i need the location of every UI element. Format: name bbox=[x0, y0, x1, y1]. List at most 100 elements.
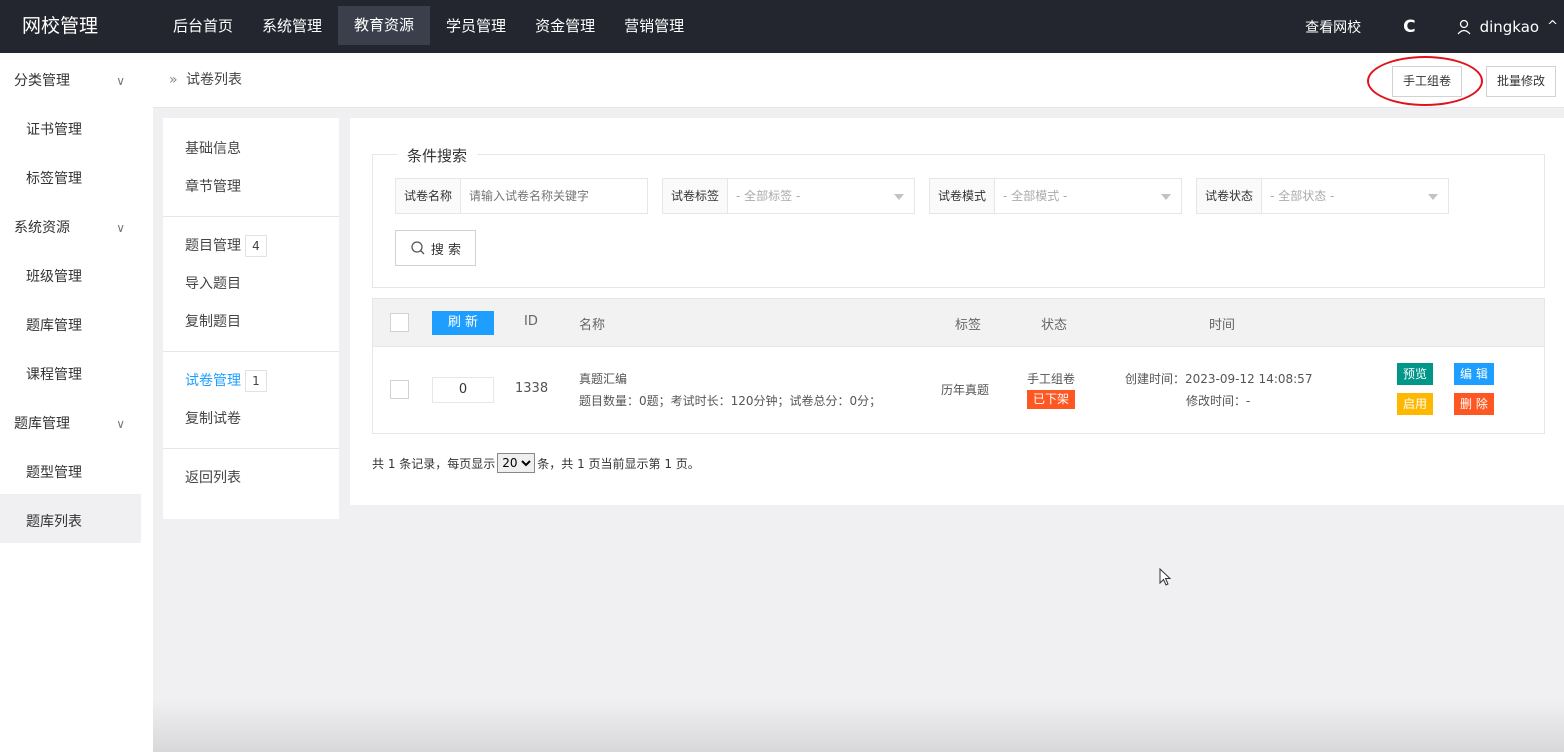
sidebar-item-tags[interactable]: 标签管理 bbox=[0, 151, 153, 200]
page-size-select[interactable]: 20 bbox=[497, 453, 536, 473]
main-panel: 条件搜索 试卷名称 试卷标签 - 全部标签 - 试卷模式 - 全部模式 - 试卷… bbox=[350, 118, 1564, 505]
menu-import-questions[interactable]: 导入题目 bbox=[163, 265, 339, 303]
edit-button[interactable]: 编 辑 bbox=[1454, 363, 1494, 385]
pager-suffix: 条，共 1 页当前显示第 1 页。 bbox=[537, 456, 700, 471]
status-select[interactable]: - 全部状态 - bbox=[1262, 179, 1448, 213]
caret-up-icon: ^ bbox=[1547, 19, 1558, 34]
col-status: 状态 bbox=[1041, 318, 1068, 333]
menu-basic-info[interactable]: 基础信息 bbox=[163, 130, 339, 168]
name-search-input[interactable] bbox=[461, 179, 648, 213]
topnav-education[interactable]: 教育资源 bbox=[338, 6, 431, 45]
sidebar-group-resources[interactable]: 系统资源 ∨ bbox=[0, 200, 153, 249]
tag-select[interactable]: - 全部标签 - bbox=[728, 179, 914, 213]
bottom-shade bbox=[153, 700, 1564, 752]
top-nav: 后台首页 系统管理 教育资源 学员管理 资金管理 营销管理 bbox=[160, 0, 700, 53]
mode-filter: 试卷模式 - 全部模式 - bbox=[929, 178, 1183, 214]
menu-copy-papers[interactable]: 复制试卷 bbox=[163, 400, 339, 438]
chevron-down-icon: ∨ bbox=[116, 417, 125, 431]
col-time: 时间 bbox=[1209, 318, 1236, 333]
divider bbox=[163, 216, 339, 217]
table-header: 刷 新 ID 名称 标签 状态 时间 bbox=[373, 299, 1544, 346]
dropdown-triangle-icon bbox=[1428, 194, 1439, 200]
refresh-button[interactable]: 刷 新 bbox=[432, 311, 494, 335]
topnav-system[interactable]: 系统管理 bbox=[249, 0, 335, 53]
row-modified: 修改时间：- bbox=[1186, 394, 1251, 408]
col-id: ID bbox=[524, 314, 538, 329]
tag-filter-label: 试卷标签 bbox=[663, 179, 729, 213]
col-name: 名称 bbox=[579, 318, 606, 333]
row-id: 1338 bbox=[515, 381, 549, 396]
sidebar-item-courses[interactable]: 课程管理 bbox=[0, 347, 153, 396]
divider bbox=[163, 448, 339, 449]
pager-prefix: 共 1 条记录，每页显示 bbox=[372, 456, 496, 471]
sidebar-item-question-types[interactable]: 题型管理 bbox=[0, 445, 153, 494]
menu-label: 章节管理 bbox=[185, 179, 241, 195]
status-badge: 已下架 bbox=[1027, 390, 1076, 409]
search-legend: 条件搜索 bbox=[397, 145, 478, 166]
mode-select[interactable]: - 全部模式 - bbox=[995, 179, 1181, 213]
filter-row: 试卷名称 试卷标签 - 全部标签 - 试卷模式 - 全部模式 - 试卷状态 - … bbox=[395, 178, 1463, 214]
menu-questions[interactable]: 题目管理 4 bbox=[163, 227, 339, 265]
search-button-label: 搜 索 bbox=[430, 242, 462, 258]
menu-label: 返回列表 bbox=[185, 470, 241, 486]
name-filter: 试卷名称 bbox=[395, 178, 649, 214]
double-chevron-icon: » bbox=[169, 72, 178, 88]
topnav-home[interactable]: 后台首页 bbox=[160, 0, 246, 53]
status-filter-label: 试卷状态 bbox=[1197, 179, 1263, 213]
menu-label: 复制题目 bbox=[185, 314, 241, 330]
row-created: 创建时间：2023-09-12 14:08:57 bbox=[1125, 372, 1313, 386]
user-menu[interactable]: dingkao ^ bbox=[1436, 18, 1564, 36]
name-filter-label: 试卷名称 bbox=[396, 179, 462, 213]
search-fieldset: 条件搜索 试卷名称 试卷标签 - 全部标签 - 试卷模式 - 全部模式 - 试卷… bbox=[372, 145, 1545, 288]
sidebar-group-label: 系统资源 bbox=[14, 220, 70, 236]
breadcrumb-bar: » 试卷列表 bbox=[153, 53, 1564, 108]
mouse-cursor-icon bbox=[1159, 568, 1172, 586]
preview-button[interactable]: 预览 bbox=[1397, 363, 1434, 385]
user-icon bbox=[1457, 19, 1471, 34]
delete-button[interactable]: 删 除 bbox=[1454, 393, 1494, 415]
topnav-students[interactable]: 学员管理 bbox=[433, 0, 519, 53]
mode-select-value: - 全部模式 - bbox=[1003, 189, 1068, 203]
select-all-checkbox[interactable] bbox=[390, 313, 409, 332]
page-title: 试卷列表 bbox=[186, 72, 243, 88]
sidebar-item-bank-list[interactable]: 题库列表 bbox=[0, 494, 141, 543]
menu-chapters[interactable]: 章节管理 bbox=[163, 168, 339, 206]
enable-button[interactable]: 启用 bbox=[1397, 393, 1434, 415]
search-icon bbox=[411, 241, 425, 255]
row-checkbox[interactable] bbox=[390, 380, 409, 399]
row-detail: 题目数量：0题；考试时长：120分钟；试卷总分：0分； bbox=[579, 394, 882, 408]
menu-label: 复制试卷 bbox=[185, 411, 241, 427]
sidebar-group-label: 题库管理 bbox=[14, 416, 70, 432]
table-row: 0 1338 真题汇编 题目数量：0题；考试时长：120分钟；试卷总分：0分； … bbox=[373, 346, 1544, 433]
view-site-link[interactable]: 查看网校 bbox=[1283, 17, 1383, 37]
menu-label: 导入题目 bbox=[185, 276, 241, 292]
top-navbar: 网校管理 后台首页 系统管理 教育资源 学员管理 资金管理 营销管理 查看网校 … bbox=[0, 0, 1564, 53]
username: dingkao bbox=[1479, 17, 1540, 36]
menu-back-to-list[interactable]: 返回列表 bbox=[163, 459, 339, 497]
refresh-icon[interactable]: C bbox=[1383, 17, 1435, 37]
topnav-finance[interactable]: 资金管理 bbox=[522, 0, 608, 53]
row-mode: 手工组卷 bbox=[1027, 372, 1076, 386]
sidebar-item-question-bank[interactable]: 题库管理 bbox=[0, 298, 153, 347]
sort-input[interactable]: 0 bbox=[432, 377, 494, 403]
menu-copy-questions[interactable]: 复制题目 bbox=[163, 303, 339, 341]
search-button[interactable]: 搜 索 bbox=[395, 230, 476, 266]
row-tag: 历年真题 bbox=[941, 383, 990, 397]
count-badge: 1 bbox=[245, 370, 267, 392]
sidebar-group-category[interactable]: 分类管理 ∨ bbox=[0, 53, 153, 102]
sidebar: 分类管理 ∨ 证书管理 标签管理 系统资源 ∨ 班级管理 题库管理 课程管理 题库管… bbox=[0, 53, 153, 752]
topnav-marketing[interactable]: 营销管理 bbox=[611, 0, 697, 53]
sidebar-item-classes[interactable]: 班级管理 bbox=[0, 249, 153, 298]
menu-papers[interactable]: 试卷管理 1 bbox=[163, 362, 339, 400]
divider bbox=[163, 351, 339, 352]
sidebar-item-certificate[interactable]: 证书管理 bbox=[0, 102, 153, 151]
breadcrumb: » 试卷列表 bbox=[169, 53, 242, 108]
pagination: 共 1 条记录，每页显示 20 条，共 1 页当前显示第 1 页。 bbox=[372, 453, 700, 473]
batch-edit-button[interactable]: 批量修改 bbox=[1486, 66, 1557, 97]
sidebar-group-bank-manage[interactable]: 题库管理 ∨ bbox=[0, 396, 153, 445]
tag-filter: 试卷标签 - 全部标签 - bbox=[662, 178, 916, 214]
dropdown-triangle-icon bbox=[1161, 194, 1172, 200]
col-tag: 标签 bbox=[955, 318, 982, 333]
dropdown-triangle-icon bbox=[894, 194, 905, 200]
chevron-down-icon: ∨ bbox=[116, 221, 125, 235]
